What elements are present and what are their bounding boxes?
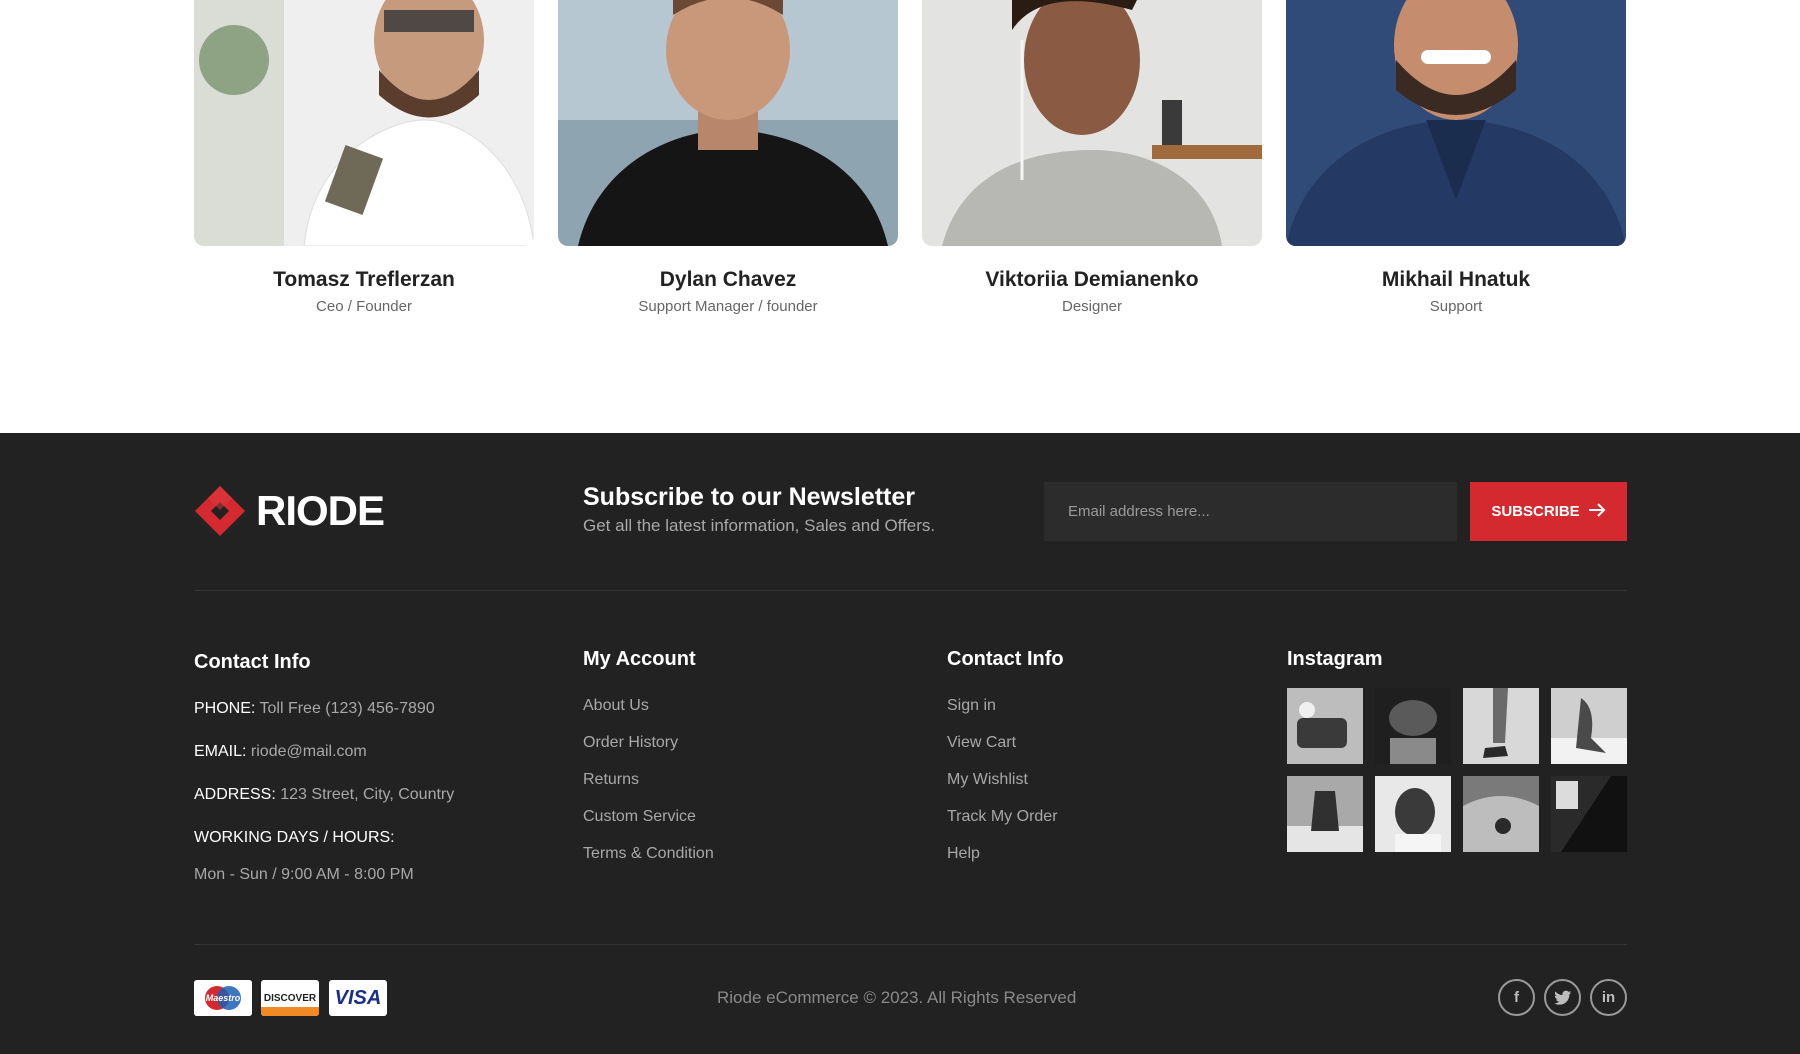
team-member-name: Viktoriia Demianenko — [985, 268, 1199, 291]
payment-discover-icon: DISCOVER — [261, 980, 319, 1016]
instagram-thumb[interactable] — [1375, 776, 1451, 852]
team-member-name: Mikhail Hnatuk — [1381, 268, 1531, 291]
linkedin-icon[interactable]: in — [1590, 979, 1627, 1016]
instagram-title: Instagram — [1287, 648, 1383, 670]
contact-email: EMAIL: riode@mail.com — [194, 743, 367, 761]
subscribe-button-label: SUBSCRIBE — [1491, 503, 1580, 520]
arrow-right-icon — [1588, 502, 1606, 521]
team-photo — [558, 0, 898, 246]
instagram-thumb[interactable] — [1551, 688, 1627, 764]
contact-phone: PHONE: Toll Free (123) 456-7890 — [194, 700, 435, 718]
contact-address: ADDRESS: 123 Street, City, Country — [194, 786, 454, 804]
contact-info-title: Contact Info — [194, 651, 311, 673]
instagram-thumb[interactable] — [1463, 688, 1539, 764]
newsletter-email-input[interactable] — [1044, 482, 1457, 541]
payment-discover-label: DISCOVER — [263, 992, 317, 1004]
footer: RIODE Subscribe to our Newsletter Get al… — [0, 433, 1800, 1054]
payment-visa-label: VISA — [334, 986, 382, 1009]
footer-link-help[interactable]: Help — [947, 845, 980, 863]
footer-link-wishlist[interactable]: My Wishlist — [947, 771, 1028, 789]
footer-divider — [194, 590, 1627, 591]
logo[interactable]: RIODE — [194, 485, 385, 537]
team-member-name: Dylan Chavez — [659, 268, 797, 291]
team-section: Tomasz Treflerzan Ceo / Founder Dylan Ch… — [0, 0, 1800, 433]
contact-phone-value: Toll Free (123) 456-7890 — [259, 700, 435, 717]
contact-phone-label: PHONE: — [194, 700, 256, 717]
payment-visa-icon: VISA — [329, 980, 387, 1016]
contact-email-label: EMAIL: — [194, 743, 247, 760]
footer-link-about-us[interactable]: About Us — [583, 697, 649, 715]
logo-text: RIODE — [256, 487, 385, 534]
team-photo — [194, 0, 534, 246]
team-card: Mikhail Hnatuk Support — [1286, 0, 1626, 315]
team-card: Dylan Chavez Support Manager / founder — [558, 0, 898, 315]
footer-link-sign-in[interactable]: Sign in — [947, 697, 996, 715]
instagram-thumb[interactable] — [1287, 688, 1363, 764]
twitter-icon[interactable]: t — [1544, 979, 1581, 1016]
payment-maestro-label: Maestro — [205, 993, 241, 1003]
team-member-role: Ceo / Founder — [316, 298, 412, 315]
team-member-role: Designer — [1061, 298, 1123, 315]
payment-maestro-icon: Maestro — [194, 980, 252, 1016]
newsletter-subtitle: Get all the latest information, Sales an… — [583, 516, 936, 535]
footer-link-track-order[interactable]: Track My Order — [947, 808, 1058, 826]
contact-hours-value: Mon - Sun / 9:00 AM - 8:00 PM — [194, 866, 414, 883]
team-photo — [922, 0, 1262, 246]
subscribe-button[interactable]: SUBSCRIBE — [1470, 482, 1627, 541]
footer-link-view-cart[interactable]: View Cart — [947, 734, 1016, 752]
footer-link-returns[interactable]: Returns — [583, 771, 639, 789]
footer-link-custom-service[interactable]: Custom Service — [583, 808, 696, 826]
footer-link-terms[interactable]: Terms & Condition — [583, 845, 714, 863]
instagram-thumb[interactable] — [1287, 776, 1363, 852]
instagram-thumb[interactable] — [1551, 776, 1627, 852]
logo-diamond-icon — [194, 485, 246, 537]
contact-email-value: riode@mail.com — [250, 743, 367, 760]
contact-address-label: ADDRESS: — [194, 786, 276, 803]
newsletter-title: Subscribe to our Newsletter — [583, 483, 916, 511]
contact-hours-label: WORKING DAYS / HOURS: — [194, 829, 395, 846]
copyright-text: Riode eCommerce © 2023. All Rights Reser… — [717, 988, 1077, 1007]
team-photo — [1286, 0, 1626, 246]
contact-hours: WORKING DAYS / HOURS: — [194, 829, 395, 847]
team-card: Viktoriia Demianenko Designer — [922, 0, 1262, 315]
facebook-icon[interactable]: f — [1498, 979, 1535, 1016]
footer-divider — [194, 944, 1627, 945]
team-card: Tomasz Treflerzan Ceo / Founder — [194, 0, 534, 315]
team-member-role: Support Manager / founder — [638, 298, 818, 315]
contact-address-value: 123 Street, City, Country — [280, 786, 455, 803]
footer-link-order-history[interactable]: Order History — [583, 734, 678, 752]
team-member-role: Support — [1429, 298, 1483, 315]
instagram-thumb[interactable] — [1375, 688, 1451, 764]
instagram-thumb[interactable] — [1463, 776, 1539, 852]
my-account-title: My Account — [583, 648, 696, 670]
team-member-name: Tomasz Treflerzan — [273, 268, 455, 291]
contact-links-title: Contact Info — [947, 648, 1064, 670]
